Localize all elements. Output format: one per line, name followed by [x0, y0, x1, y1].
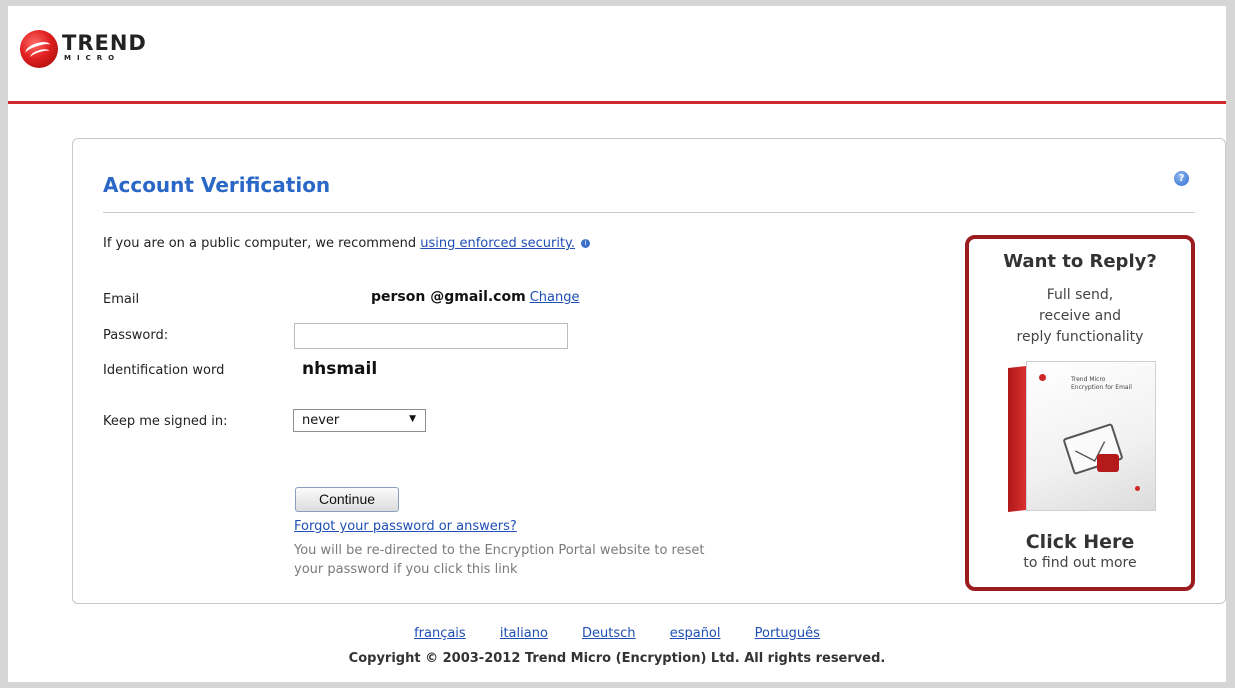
- language-link-portuguese[interactable]: Português: [755, 626, 820, 641]
- promo-sub-line3: reply functionality: [1016, 329, 1144, 345]
- keep-signed-in-label: Keep me signed in:: [103, 414, 228, 429]
- promo-sub-line1: Full send,: [1046, 287, 1114, 303]
- promo-title: Want to Reply?: [1003, 251, 1157, 272]
- dropdown-arrow-icon: ▼: [409, 414, 416, 424]
- help-icon[interactable]: ?: [1174, 171, 1189, 186]
- language-links: français italiano Deutsch español Portug…: [8, 626, 1226, 641]
- lock-icon: [1097, 454, 1119, 472]
- logo-text-micro: MICRO: [64, 54, 121, 62]
- promo-click-here[interactable]: Click Here: [969, 531, 1191, 553]
- security-notice-text: If you are on a public computer, we reco…: [103, 236, 421, 251]
- language-link-german[interactable]: Deutsch: [582, 626, 636, 641]
- logo-ball-icon: [20, 30, 58, 68]
- enforced-security-link[interactable]: using enforced security.: [420, 236, 575, 251]
- forgot-password-link[interactable]: Forgot your password or answers?: [294, 519, 517, 534]
- title-divider: [103, 212, 1195, 213]
- email-address: person @gmail.com: [371, 289, 526, 305]
- password-input[interactable]: [294, 323, 568, 349]
- password-label: Password:: [103, 328, 169, 343]
- product-box-text: Trend Micro Encryption for Email: [1071, 376, 1132, 391]
- redirect-note: You will be re-directed to the Encryptio…: [294, 541, 894, 579]
- change-email-link[interactable]: Change: [530, 290, 580, 305]
- info-icon[interactable]: i: [581, 239, 591, 248]
- language-link-italian[interactable]: italiano: [500, 626, 548, 641]
- header-divider: [8, 101, 1226, 104]
- redirect-note-line1: You will be re-directed to the Encryptio…: [294, 543, 705, 558]
- keep-signed-in-value: never: [302, 413, 340, 428]
- email-label: Email: [103, 292, 140, 307]
- page-frame: TREND MICRO ? Account Verification If yo…: [8, 6, 1226, 682]
- keep-signed-in-select[interactable]: never ▼: [293, 409, 426, 432]
- promo-subtitle: Full send, receive and reply functionali…: [969, 285, 1191, 348]
- continue-button[interactable]: Continue: [295, 487, 399, 512]
- promo-sub-line2: receive and: [1039, 308, 1121, 324]
- redirect-note-line2: your password if you click this link: [294, 562, 518, 577]
- language-link-french[interactable]: français: [414, 626, 466, 641]
- product-box-image: Trend Micro Encryption for Email: [1008, 361, 1156, 516]
- promo-find-out-more: to find out more: [1023, 555, 1137, 571]
- security-notice: If you are on a public computer, we reco…: [103, 236, 591, 251]
- email-value: person @gmail.com Change: [371, 289, 579, 305]
- identification-word: nhsmail: [302, 359, 378, 379]
- language-link-spanish[interactable]: español: [670, 626, 721, 641]
- want-to-reply-promo[interactable]: Want to Reply? Full send, receive and re…: [965, 235, 1195, 591]
- identification-label: Identification word: [103, 363, 225, 378]
- page-title: Account Verification: [103, 173, 331, 197]
- header: TREND MICRO: [8, 6, 1226, 104]
- verification-card: ? Account Verification If you are on a p…: [72, 138, 1226, 604]
- logo-text-trend: TREND: [62, 31, 147, 55]
- copyright: Copyright © 2003-2012 Trend Micro (Encry…: [348, 651, 886, 666]
